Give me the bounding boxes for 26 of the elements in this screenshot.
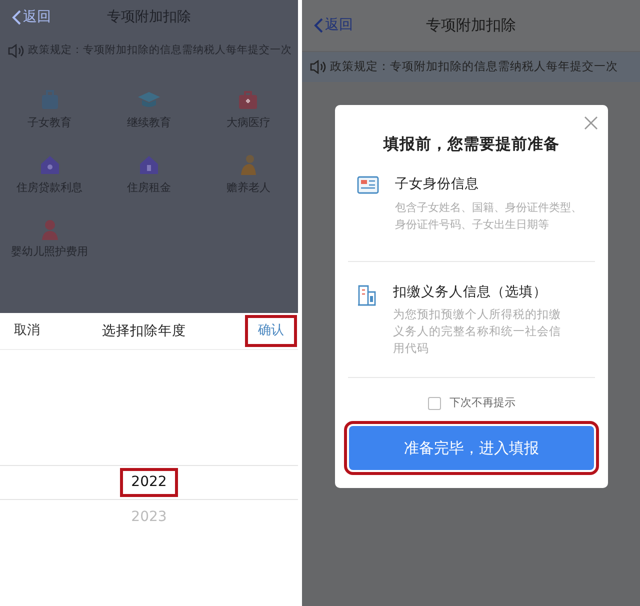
speaker-icon xyxy=(8,44,24,58)
dialog-title: 填报前，您需要提前准备 xyxy=(382,134,560,155)
medical-kit-icon xyxy=(237,89,260,111)
back-link[interactable]: 返回 xyxy=(314,15,353,36)
year-option[interactable]: 2022 xyxy=(0,465,298,500)
speaker-icon xyxy=(310,60,326,74)
house-icon xyxy=(38,154,61,176)
item-description: 包含子女姓名、国籍、身份证件类型、身份证件号码、子女出生日期等 xyxy=(395,200,583,232)
house-icon xyxy=(138,154,160,176)
picker-title: 选择扣除年度 xyxy=(102,322,186,341)
item-description: 为您预扣预缴个人所得税的扣缴义务人的完整名称和统一社会信用代码 xyxy=(393,306,562,357)
cancel-button[interactable]: 取消 xyxy=(14,321,40,341)
confirm-button[interactable]: 确认 xyxy=(248,318,294,344)
notice-text: 政策规定：专项附加扣除的信息需纳税人每年提交一次 xyxy=(330,58,618,76)
back-link[interactable]: 返回 xyxy=(12,7,51,28)
item-title: 子女身份信息 xyxy=(395,175,480,194)
close-icon[interactable] xyxy=(583,115,599,131)
dont-show-again-checkbox[interactable]: 下次不再提示 xyxy=(348,394,595,412)
back-chevron-icon xyxy=(314,18,323,33)
back-chevron-icon xyxy=(12,10,21,25)
ready-button[interactable]: 准备完毕，进入填报 xyxy=(349,426,594,470)
id-card-icon xyxy=(357,176,379,194)
page-title: 专项附加扣除 xyxy=(426,15,516,36)
item-title: 扣缴义务人信息（选填） xyxy=(393,282,548,302)
year-option[interactable]: 2023 xyxy=(0,500,298,535)
building-icon xyxy=(357,284,377,306)
